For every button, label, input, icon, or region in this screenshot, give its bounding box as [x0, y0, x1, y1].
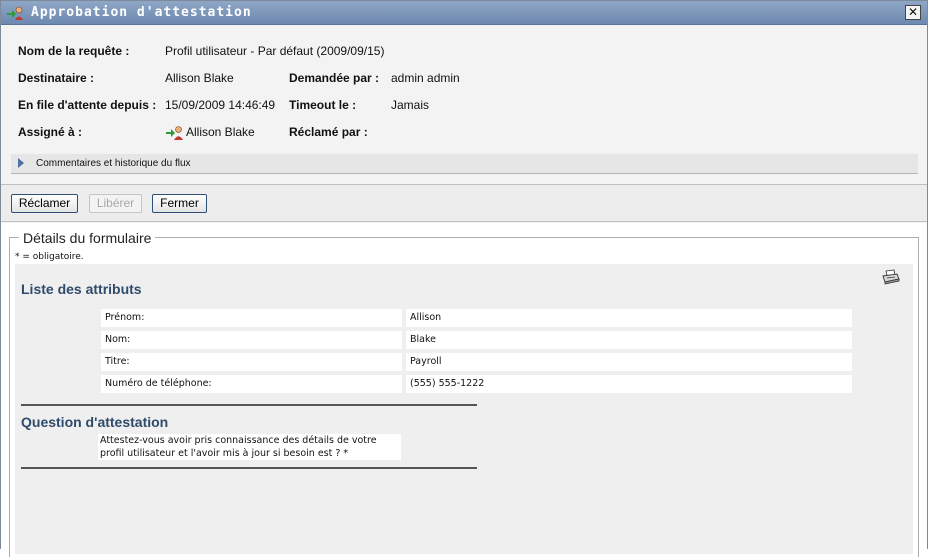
attribute-row: Titre: Payroll	[101, 353, 853, 372]
queued-since-label: En file d'attente depuis :	[18, 98, 157, 112]
form-content: Détails du formulaire * = obligatoire. L…	[1, 223, 927, 557]
form-area: Liste des attributs Prénom: Allison Nom:…	[15, 264, 913, 554]
attribute-value: Payroll	[406, 353, 852, 371]
request-name-label: Nom de la requête :	[18, 44, 130, 58]
attribute-label: Titre:	[101, 353, 402, 371]
attribute-row: Nom: Blake	[101, 331, 853, 350]
attribute-row: Numéro de téléphone: (555) 555-1222	[101, 375, 853, 394]
timeout-label: Timeout le :	[289, 98, 357, 112]
claim-button[interactable]: Réclamer	[11, 194, 78, 213]
action-toolbar: Réclamer Libérer Fermer	[1, 185, 927, 222]
requested-by-label: Demandée par :	[289, 71, 380, 85]
attribute-value: Allison	[406, 309, 852, 327]
close-button[interactable]: Fermer	[152, 194, 207, 213]
assigned-to-label: Assigné à :	[18, 125, 83, 139]
close-icon[interactable]: ✕	[905, 5, 921, 20]
attestation-approval-window: Approbation d'attestation ✕ Nom de la re…	[0, 0, 928, 557]
attribute-row: Prénom: Allison	[101, 309, 853, 328]
question-title: Question d'attestation	[21, 414, 169, 430]
attribute-label: Prénom:	[101, 309, 402, 327]
user-assignment-icon	[166, 125, 184, 140]
queued-since-value: 15/09/2009 14:46:49	[165, 98, 276, 112]
attribute-value: (555) 555-1222	[406, 375, 852, 393]
recipient-value: Allison Blake	[165, 71, 234, 85]
section-divider	[21, 467, 477, 469]
question-text: Attestez-vous avoir pris connaissance de…	[98, 434, 401, 460]
history-toggle[interactable]: Commentaires et historique du flux	[11, 154, 918, 174]
attribute-label: Nom:	[101, 331, 402, 349]
attributes-title: Liste des attributs	[21, 281, 142, 297]
assigned-to-value: Allison Blake	[186, 125, 255, 139]
user-approval-icon	[6, 5, 24, 21]
requested-by-value: admin admin	[391, 71, 460, 85]
print-icon[interactable]	[882, 269, 900, 285]
claimed-by-label: Réclamé par :	[289, 125, 368, 139]
release-button[interactable]: Libérer	[89, 194, 142, 213]
section-divider	[21, 404, 477, 406]
timeout-value: Jamais	[391, 98, 430, 112]
required-note: * = obligatoire.	[15, 252, 84, 262]
title-bar: Approbation d'attestation ✕	[1, 1, 927, 25]
request-info-panel: Nom de la requête : Profil utilisateur -…	[1, 26, 927, 184]
history-label[interactable]: Commentaires et historique du flux	[36, 158, 191, 169]
window-title: Approbation d'attestation	[31, 5, 252, 20]
recipient-label: Destinataire :	[18, 71, 95, 85]
request-name-value: Profil utilisateur - Par défaut (2009/09…	[165, 44, 385, 58]
attribute-value: Blake	[406, 331, 852, 349]
expand-arrow-icon[interactable]	[18, 158, 24, 168]
form-legend: Détails du formulaire	[19, 230, 156, 246]
attribute-label: Numéro de téléphone:	[101, 375, 402, 393]
